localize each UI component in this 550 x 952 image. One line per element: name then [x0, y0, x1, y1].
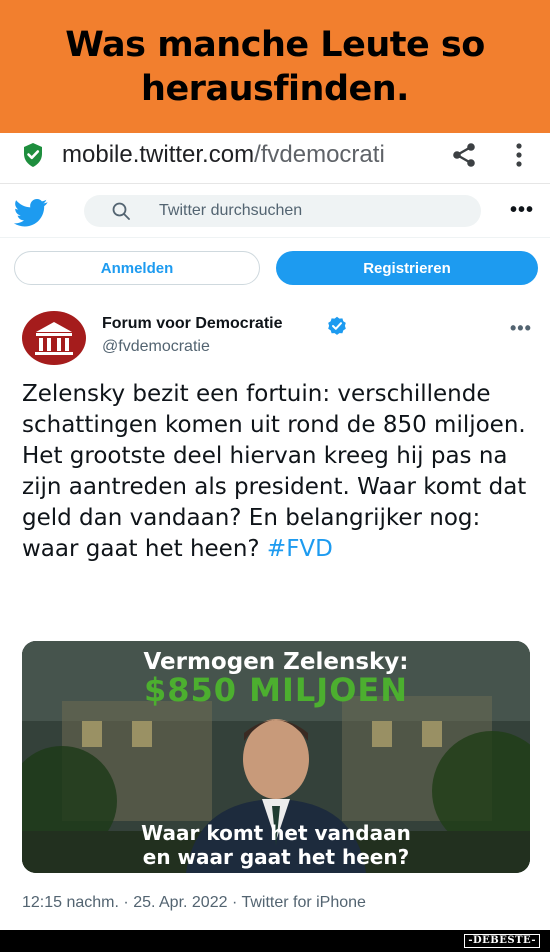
caption-line-2: herausfinden. — [141, 68, 409, 109]
twitter-bird-icon[interactable] — [14, 199, 48, 227]
tweet-metadata: 12:15 nachm. · 25. Apr. 2022 · Twitter f… — [22, 894, 366, 912]
separator: · — [123, 894, 129, 911]
author-handle[interactable]: @fvdemocratie — [102, 338, 210, 356]
tweet-time[interactable]: 12:15 nachm. — [22, 894, 119, 911]
more-options-icon[interactable]: ••• — [510, 200, 534, 220]
tweet-body: Zelensky bezit een fortuin: verschillend… — [22, 381, 527, 562]
verified-badge-icon — [328, 316, 346, 335]
building-icon — [35, 322, 73, 355]
share-icon[interactable] — [450, 141, 478, 169]
watermark-logo: -DEBESTE- — [464, 934, 540, 948]
media-question-line-1: Waar komt het vandaan — [141, 821, 411, 845]
separator: · — [231, 894, 238, 911]
media-question-line-2: en waar gaat het heen? — [142, 845, 410, 869]
url-host: mobile.twitter.com — [62, 141, 255, 168]
tweet-text: Zelensky bezit een fortuin: verschillend… — [22, 379, 532, 565]
url-text[interactable]: mobile.twitter.com/fvdemocrati — [62, 141, 385, 169]
author-name[interactable]: Forum voor Democratie — [102, 315, 282, 333]
tweet-media-image[interactable]: Vermogen Zelensky: $850 MILJOEN Waar kom… — [22, 641, 530, 873]
search-input[interactable]: Twitter durchsuchen — [84, 195, 481, 227]
search-icon — [112, 202, 130, 220]
divider — [0, 237, 550, 238]
tweet-source[interactable]: Twitter for iPhone — [241, 894, 366, 911]
tweet-more-icon[interactable]: ••• — [510, 318, 532, 339]
hashtag-link[interactable]: #FVD — [267, 536, 333, 562]
divider — [0, 183, 550, 184]
media-amount: $850 MILJOEN — [143, 671, 409, 709]
more-vert-icon[interactable] — [512, 141, 526, 169]
url-path: /fvdemocrati — [254, 141, 385, 168]
avatar[interactable] — [22, 311, 86, 365]
tweet-date[interactable]: 25. Apr. 2022 — [133, 894, 227, 911]
footer-bar: -DEBESTE- — [0, 930, 550, 952]
twitter-header: Twitter durchsuchen ••• — [0, 185, 550, 237]
browser-url-bar[interactable]: mobile.twitter.com/fvdemocrati — [0, 133, 550, 181]
caption-line-1: Was manche Leute so — [65, 24, 485, 65]
phone-screen: mobile.twitter.com/fvdemocrati Twitter d… — [0, 133, 550, 930]
shield-icon — [24, 143, 42, 167]
search-placeholder: Twitter durchsuchen — [159, 202, 303, 219]
caption-banner: Was manche Leute so herausfinden. — [0, 0, 550, 133]
register-button[interactable]: Registrieren — [276, 251, 538, 285]
login-button[interactable]: Anmelden — [14, 251, 260, 285]
